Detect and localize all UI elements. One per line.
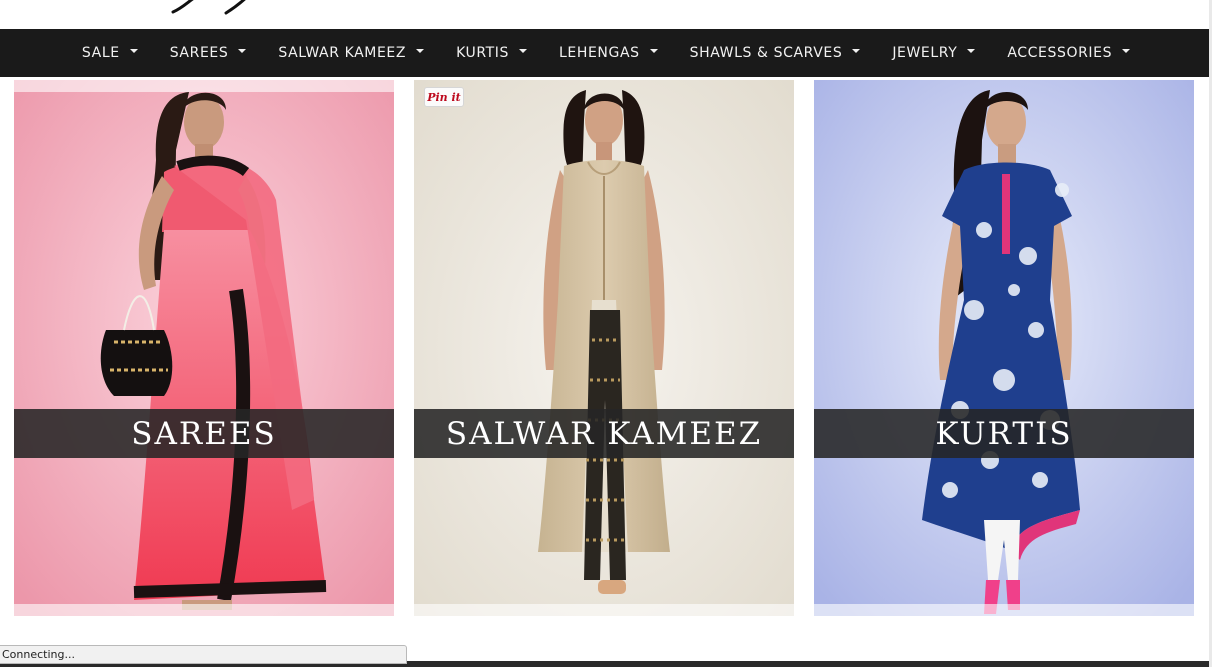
salwar-kameez-photo <box>414 80 794 616</box>
nav-item-label: JEWELRY <box>892 45 958 61</box>
tile-label[interactable]: SAREES <box>14 409 394 458</box>
category-tile-salwar-kameez[interactable]: Pin it SALWAR KAMEEZ <box>414 80 794 616</box>
tile-label[interactable]: KURTIS <box>814 409 1194 458</box>
site-logo-strip[interactable] <box>0 0 1212 29</box>
nav-item-label: SALWAR KAMEEZ <box>278 45 407 61</box>
pinterest-pin-button[interactable]: Pin it <box>424 87 464 107</box>
sarees-photo <box>14 80 394 616</box>
nav-item-sale[interactable]: SALE <box>82 45 138 61</box>
nav-item-label: LEHENGAS <box>559 45 640 61</box>
nav-item-salwar-kameez[interactable]: SALWAR KAMEEZ <box>278 45 425 61</box>
main-nav: SALE SAREES SALWAR KAMEEZ KURTIS LEHENGA… <box>0 29 1209 77</box>
caret-down-icon[interactable] <box>1122 49 1131 53</box>
browser-status-bar: Connecting... <box>0 645 407 664</box>
nav-item-accessories[interactable]: ACCESSORIES <box>1007 45 1131 61</box>
nav-item-label: KURTIS <box>456 45 510 61</box>
caret-down-icon[interactable] <box>519 49 528 53</box>
caret-down-icon[interactable] <box>852 49 861 53</box>
nav-item-label: SAREES <box>169 45 229 61</box>
tile-label[interactable]: SALWAR KAMEEZ <box>414 409 794 458</box>
category-tile-sarees[interactable]: SAREES <box>14 80 394 616</box>
caret-down-icon[interactable] <box>967 49 976 53</box>
caret-down-icon[interactable] <box>649 49 658 53</box>
nav-item-label: SALE <box>81 45 120 61</box>
nav-item-sarees[interactable]: SAREES <box>170 45 247 61</box>
category-tile-kurtis[interactable]: KURTIS <box>814 80 1194 616</box>
nav-item-shawls-scarves[interactable]: SHAWLS & SCARVES <box>690 45 861 61</box>
kurtis-photo <box>814 80 1194 616</box>
caret-down-icon[interactable] <box>129 49 138 53</box>
nav-item-label: ACCESSORIES <box>1007 45 1113 61</box>
site-logo[interactable] <box>168 0 288 16</box>
nav-item-kurtis[interactable]: KURTIS <box>456 45 528 61</box>
nav-item-label: SHAWLS & SCARVES <box>689 45 843 61</box>
caret-down-icon[interactable] <box>238 49 247 53</box>
caret-down-icon[interactable] <box>416 49 425 53</box>
nav-item-lehengas[interactable]: LEHENGAS <box>559 45 658 61</box>
nav-item-jewelry[interactable]: JEWELRY <box>892 45 976 61</box>
